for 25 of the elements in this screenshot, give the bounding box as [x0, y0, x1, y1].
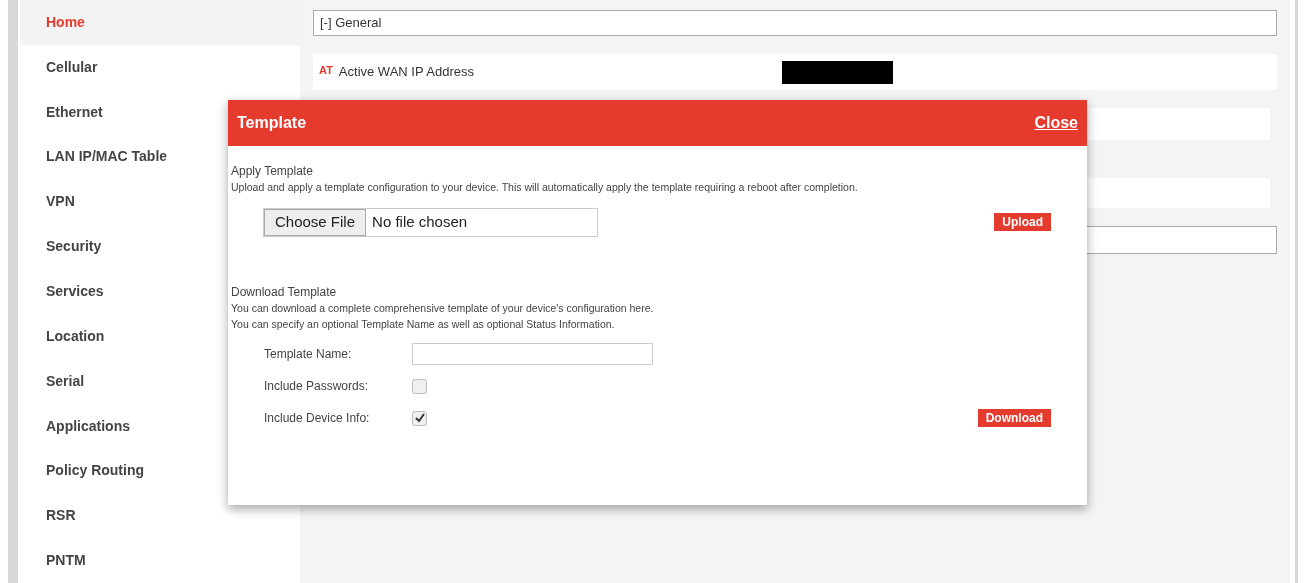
section-description: You can specify an optional Template Name as well as optional Status Information.: [231, 316, 616, 332]
checkbox[interactable]: [412, 378, 427, 394]
sidebar-item[interactable]: PNTM: [20, 538, 300, 583]
section-heading: Download Template: [231, 283, 338, 301]
template-name-field[interactable]: [412, 343, 653, 366]
sidebar-item[interactable]: RSR: [20, 493, 300, 539]
file-status: No file chosen: [372, 212, 468, 232]
upload-button[interactable]: Upload: [994, 213, 1051, 232]
badge-label: AT: [319, 63, 333, 78]
field-label: Template Name:: [264, 346, 353, 364]
close-link[interactable]: Close: [1034, 111, 1078, 135]
choose-file-button[interactable]: Choose File: [264, 208, 367, 236]
field-label: Include Passwords:: [264, 378, 370, 396]
download-button[interactable]: Download: [977, 409, 1051, 428]
sidebar-item[interactable]: Cellular: [20, 44, 300, 90]
row-label: Active WAN IP Address: [338, 63, 474, 82]
file-input[interactable]: Choose File No file chosen: [263, 207, 598, 237]
checkbox[interactable]: [412, 410, 427, 426]
section-header[interactable]: [-] General: [313, 10, 1277, 36]
field-label: Include Device Info:: [264, 410, 371, 428]
section-description: Upload and apply a template configuration to your device. This will automatically apply the template requiring a reboot after completion.: [231, 180, 859, 195]
section-heading: Apply Template: [231, 163, 314, 180]
sidebar-item[interactable]: Home: [20, 0, 300, 45]
dialog-title: Template: [237, 113, 307, 133]
section-description: You can download a complete comprehensive template of your device's configuration here.: [231, 300, 655, 316]
